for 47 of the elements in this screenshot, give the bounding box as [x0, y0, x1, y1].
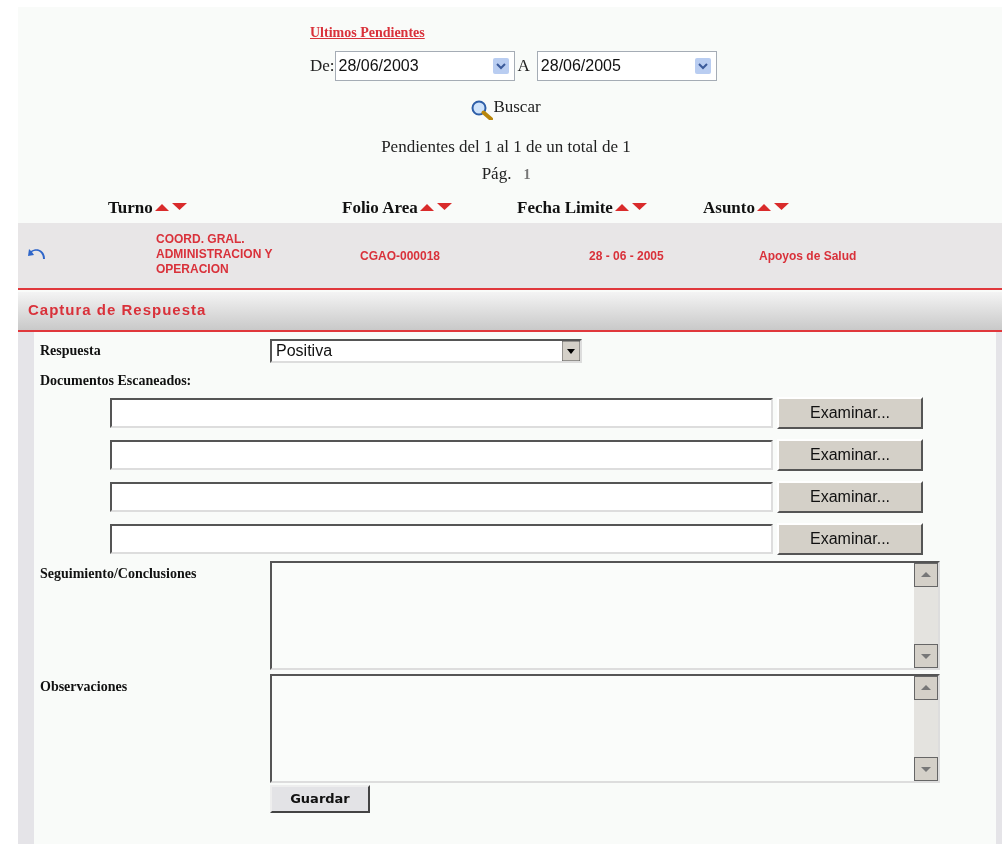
sort-arrows-icon	[613, 202, 648, 213]
date-select[interactable]: 28/06/2005	[536, 51, 717, 81]
page-label: Pág.	[481, 163, 512, 185]
table-row[interactable]: COORD. GRAL. ADMINISTRACION Y OPERACION CGAO-000018 28 - 06 - 2005 Apoyos de Salud	[18, 222, 1002, 290]
file-path-field[interactable]	[110, 439, 773, 470]
text-area[interactable]	[270, 673, 940, 783]
page-link[interactable]: 1	[523, 164, 531, 185]
browse-button[interactable]: Examinar...	[777, 396, 923, 429]
results-summary: Pendientes del 1 al 1 de un total de 1	[381, 135, 631, 158]
column-header[interactable]: Turno	[108, 194, 153, 220]
table-cell: Apoyos de Salud	[759, 248, 857, 264]
to-label: A	[517, 55, 530, 78]
sort-arrows-icon	[755, 202, 790, 213]
browse-button[interactable]: Examinar...	[777, 480, 923, 513]
file-path-field[interactable]	[110, 523, 773, 554]
column-header[interactable]: Folio Area	[342, 194, 418, 220]
browse-button[interactable]: Examinar...	[777, 438, 923, 471]
table-cell-text: COORD. GRAL. ADMINISTRACION Y OPERACION	[156, 231, 274, 277]
field-label: Respuesta	[40, 342, 102, 360]
scroll-down-icon	[914, 756, 938, 781]
scrollbar[interactable]	[914, 675, 938, 781]
scroll-up-icon	[914, 562, 938, 587]
scroll-down-icon	[914, 643, 938, 668]
search-button[interactable]: Buscar	[471, 94, 541, 120]
sort-arrows-icon	[418, 202, 453, 213]
sort-arrows-icon	[153, 202, 188, 213]
date-select[interactable]: 28/06/2003	[334, 51, 515, 81]
ultimos-pendientes-link[interactable]: Ultimos Pendientes	[310, 25, 425, 40]
text-area[interactable]	[270, 560, 940, 670]
table-cell: 28 - 06 - 2005	[589, 248, 664, 264]
file-path-field[interactable]	[110, 397, 773, 428]
response-select[interactable]: Positiva	[270, 338, 582, 363]
column-header[interactable]: Fecha Limite	[517, 194, 613, 220]
table-cell: CGAO-000018	[360, 248, 441, 264]
documents-label: Documentos Escaneados:	[40, 371, 193, 388]
field-label: Observaciones	[40, 677, 129, 696]
dropdown-arrow-icon	[562, 340, 580, 361]
field-label: Seguimiento/Conclusiones	[40, 564, 198, 583]
browse-button[interactable]: Examinar...	[777, 522, 923, 555]
scrollbar[interactable]	[914, 562, 938, 668]
save-button[interactable]: Guardar	[270, 784, 370, 813]
scroll-up-icon	[914, 675, 938, 700]
from-label: De:	[310, 55, 335, 78]
column-header[interactable]: Asunto	[703, 194, 755, 220]
file-path-field[interactable]	[110, 481, 773, 512]
section-title: Captura de Respuesta	[28, 300, 207, 321]
search-icon	[471, 99, 494, 120]
